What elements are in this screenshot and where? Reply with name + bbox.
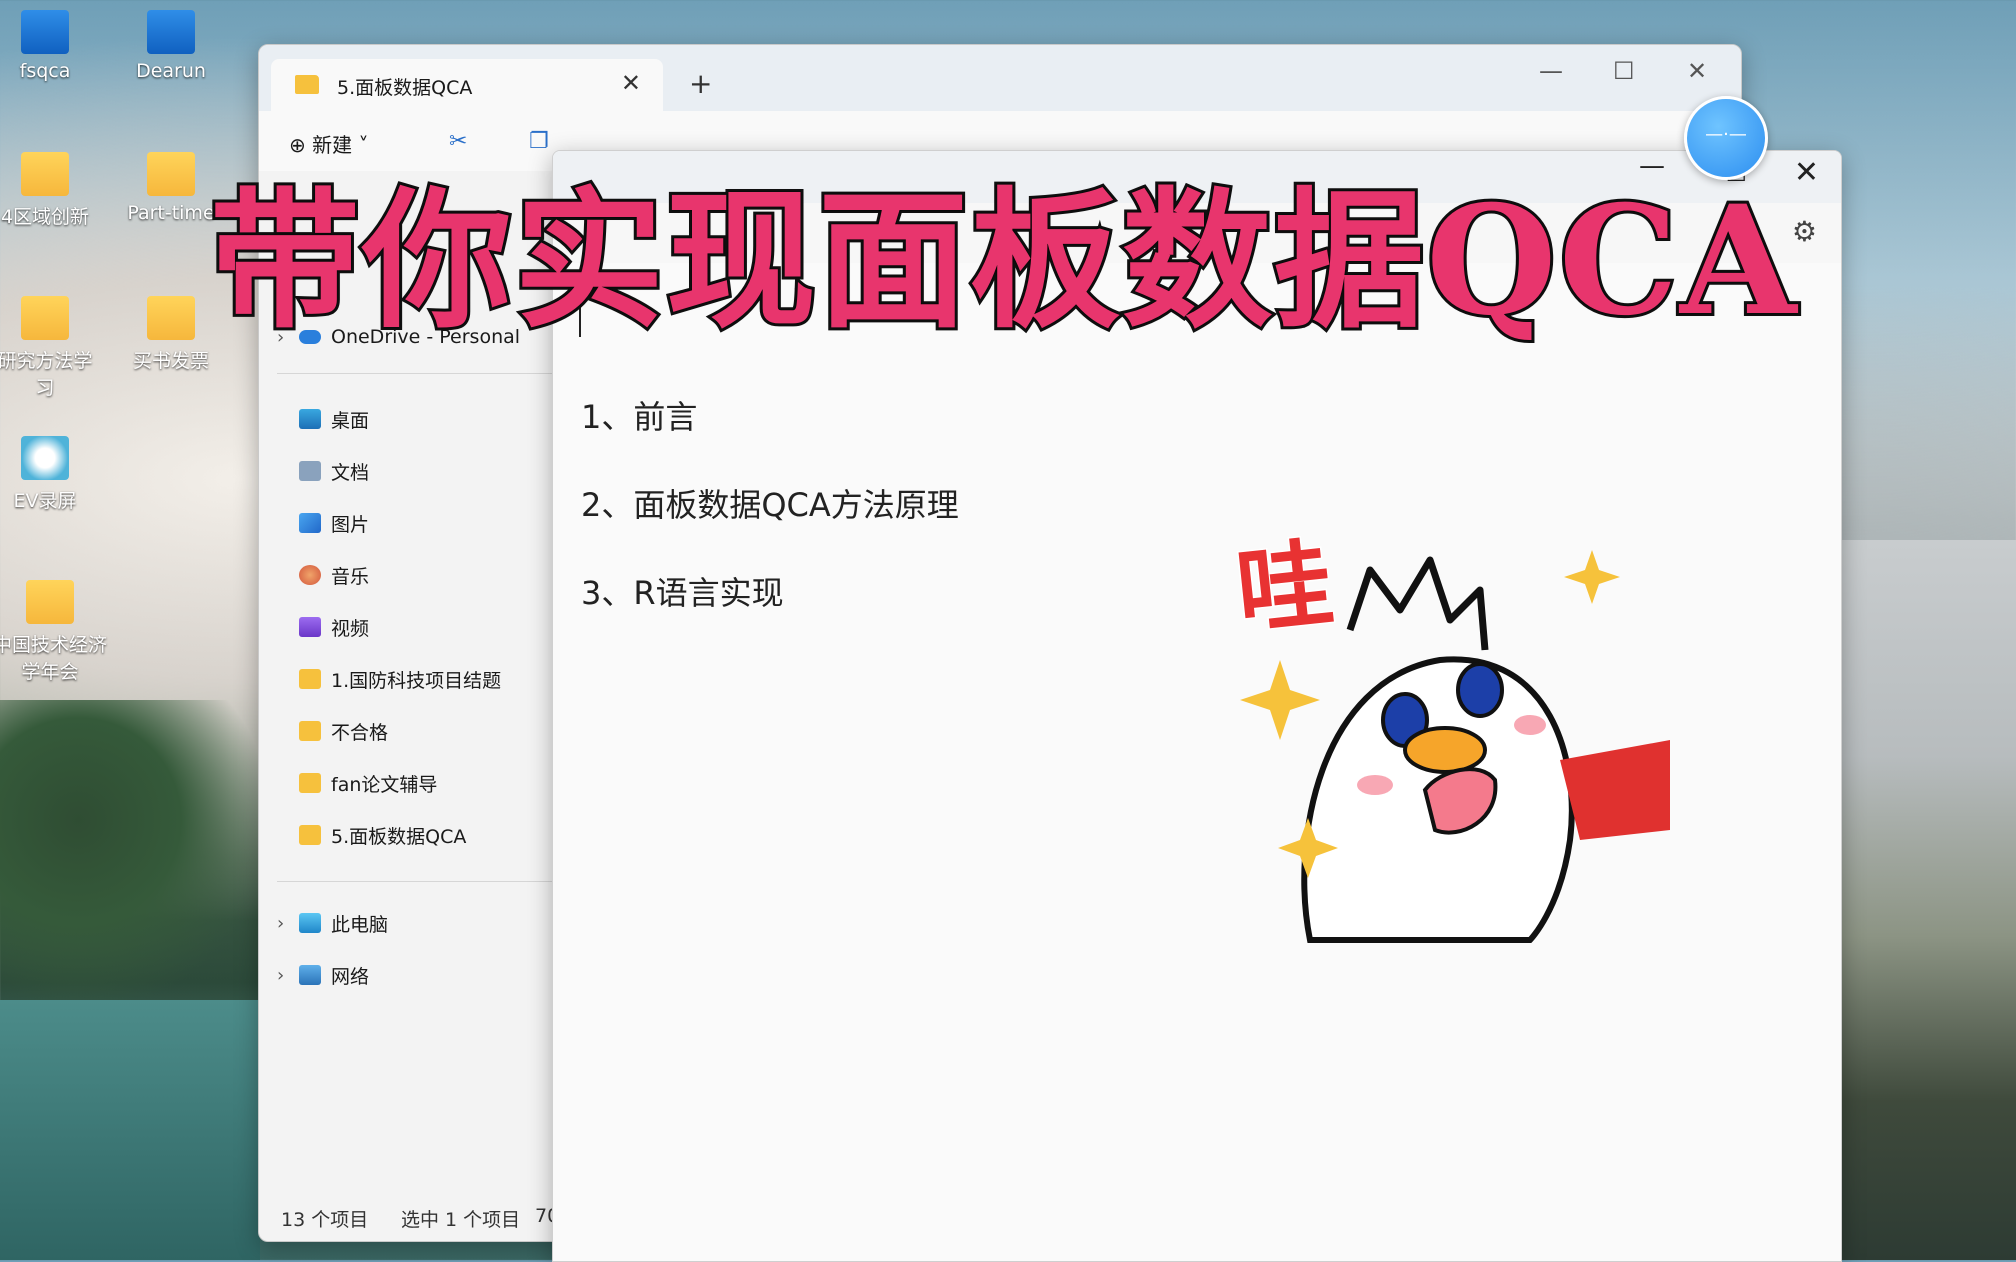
nav-item-network[interactable]: › 网络 xyxy=(277,957,370,993)
floating-assistant-bubble[interactable]: —·— xyxy=(1684,96,1768,180)
text-line: 3、R语言实现 xyxy=(581,574,784,612)
desktop-icon xyxy=(299,409,321,429)
nav-label: 5.面板数据QCA xyxy=(331,825,467,848)
text-line: 1、前言 xyxy=(581,398,698,436)
desktop-icon-label: 4区域创新 xyxy=(0,206,90,228)
nav-label: 1.国防科技项目结题 xyxy=(331,669,502,692)
desktop-icon-label: EV录屏 xyxy=(13,490,77,512)
nav-label: 此电脑 xyxy=(331,913,389,936)
desktop-mountain xyxy=(1840,540,2016,1260)
folder-icon xyxy=(21,296,69,340)
chevron-right-icon[interactable]: › xyxy=(277,965,284,986)
nav-item-music[interactable]: 音乐 xyxy=(299,557,369,593)
minimize-icon[interactable]: — xyxy=(1539,57,1563,85)
nav-item-folder-panel-qca[interactable]: 5.面板数据QCA xyxy=(299,817,466,853)
nav-divider xyxy=(277,881,557,882)
nav-label: 不合格 xyxy=(331,721,389,744)
pictures-icon xyxy=(299,513,321,533)
navigation-pane: › OneDrive - Personal 桌面 文档 图片 音乐 视频 1.国… xyxy=(259,225,559,1191)
fsqca-app-icon xyxy=(21,10,69,54)
new-tab-button[interactable]: + xyxy=(689,67,712,100)
selected-count: 选中 1 个项目 xyxy=(401,1209,521,1231)
folder-icon xyxy=(21,152,69,196)
close-icon[interactable]: ✕ xyxy=(1687,57,1707,85)
nav-label: 视频 xyxy=(331,617,370,640)
desktop-icon-region-innovation[interactable]: 4区域创新 xyxy=(0,152,100,229)
video-icon xyxy=(299,617,321,637)
overlay-title: 带你实现面板数据QCA xyxy=(207,170,1799,352)
explorer-tab[interactable]: 5.面板数据QCA ✕ xyxy=(271,59,663,111)
sticker-wow-text: 哇 xyxy=(1230,526,1340,650)
desktop-icon-dearun[interactable]: Dearun xyxy=(116,10,226,82)
folder-icon xyxy=(147,296,195,340)
folder-icon xyxy=(26,580,74,624)
nav-label: 桌面 xyxy=(331,409,370,432)
folder-icon xyxy=(295,75,319,94)
document-icon xyxy=(299,461,321,481)
desktop-icon-label: 中国技术经济学年会 xyxy=(0,634,107,683)
desktop-icon-research-methods[interactable]: 研究方法学习 xyxy=(0,296,100,400)
dearun-app-icon xyxy=(147,10,195,54)
nav-item-pictures[interactable]: 图片 xyxy=(299,505,369,541)
tab-close-icon[interactable]: ✕ xyxy=(621,69,641,97)
desktop-trees xyxy=(0,700,260,1000)
desktop-icon-fsqca[interactable]: fsqca xyxy=(0,10,100,82)
nav-item-folder-unqualified[interactable]: 不合格 xyxy=(299,713,388,749)
nav-label: 音乐 xyxy=(331,565,370,588)
folder-icon xyxy=(147,152,195,196)
desktop-icon-label: fsqca xyxy=(19,60,71,82)
nav-label: 网络 xyxy=(331,965,370,988)
folder-icon xyxy=(299,721,321,741)
nav-item-this-pc[interactable]: › 此电脑 xyxy=(277,905,389,941)
computer-icon xyxy=(299,913,321,933)
ev-recorder-icon xyxy=(21,436,69,480)
text-line: 2、面板数据QCA方法原理 xyxy=(581,486,959,524)
nav-item-folder-fan[interactable]: fan论文辅导 xyxy=(299,765,437,801)
folder-icon xyxy=(299,669,321,689)
nav-label: 文档 xyxy=(331,461,370,484)
tab-title: 5.面板数据QCA xyxy=(337,77,473,99)
nav-item-documents[interactable]: 文档 xyxy=(299,453,369,489)
network-icon xyxy=(299,965,321,985)
notepad-text-area[interactable]: 1、前言 2、面板数据QCA方法原理 3、R语言实现 xyxy=(581,391,959,655)
nav-label: fan论文辅导 xyxy=(331,773,438,796)
nav-item-desktop[interactable]: 桌面 xyxy=(299,401,369,437)
maximize-icon[interactable]: ☐ xyxy=(1613,57,1635,85)
explorer-tabbar: 5.面板数据QCA ✕ + — ☐ ✕ xyxy=(259,45,1741,111)
nav-divider xyxy=(277,373,557,374)
folder-icon xyxy=(299,825,321,845)
desktop-icon-tech-econ-conference[interactable]: 中国技术经济学年会 xyxy=(0,580,110,684)
nav-item-videos[interactable]: 视频 xyxy=(299,609,369,645)
folder-icon xyxy=(299,773,321,793)
desktop-icon-label: 研究方法学习 xyxy=(0,350,93,399)
desktop-icon-ev-recorder[interactable]: EV录屏 xyxy=(0,436,100,513)
chevron-right-icon[interactable]: › xyxy=(277,913,284,934)
nav-label: 图片 xyxy=(331,513,370,536)
item-count: 13 个项目 xyxy=(281,1209,369,1231)
music-icon xyxy=(299,565,321,585)
desktop-lake xyxy=(0,1000,260,1260)
desktop-icon-label: Dearun xyxy=(136,60,206,82)
nav-item-folder-defense[interactable]: 1.国防科技项目结题 xyxy=(299,661,501,697)
